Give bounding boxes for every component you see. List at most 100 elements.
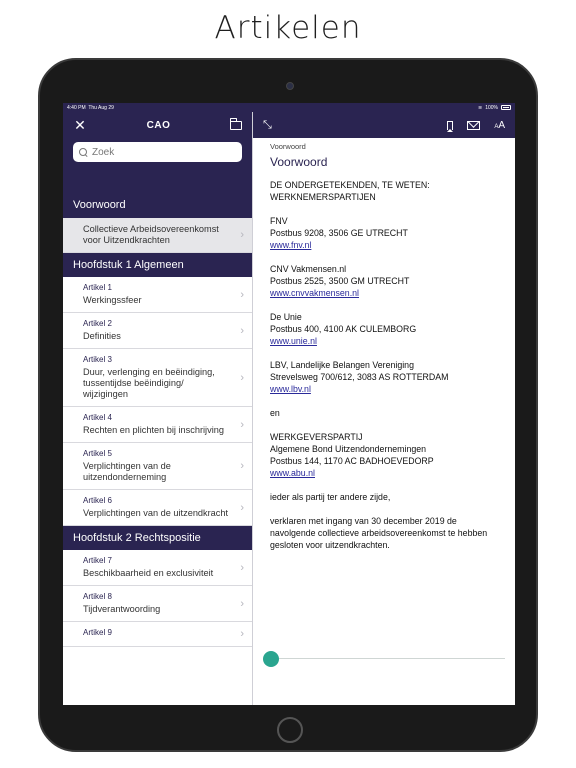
paragraph: verklaren met ingang van 30 december 201… bbox=[270, 515, 498, 551]
article-title: Verplichtingen van de uitzendonderneming bbox=[83, 461, 171, 482]
paragraph: De Unie Postbus 400, 4100 AK CULEMBORG www… bbox=[270, 311, 498, 347]
breadcrumb: Voorwoord bbox=[270, 142, 306, 151]
article-number: Artikel 8 bbox=[83, 592, 112, 601]
chevron-right-icon: › bbox=[240, 561, 244, 574]
slider-knob[interactable] bbox=[263, 651, 279, 667]
status-bar: 4:40 PM Thu Aug 29 ≋ 100% bbox=[63, 103, 515, 112]
article-title: Rechten en plichten bij inschrijving bbox=[83, 425, 224, 435]
font-size-icon[interactable]: AA bbox=[494, 120, 505, 131]
article-number: Artikel 6 bbox=[83, 496, 112, 505]
article-title: Collectieve Arbeidsovereenkomst voor Uit… bbox=[83, 224, 219, 245]
promo-title: Artikelen bbox=[214, 10, 362, 46]
paragraph: ieder als partij ter andere zijde, bbox=[270, 491, 498, 503]
screen: 4:40 PM Thu Aug 29 ≋ 100% ✕ CAO Zoek Voo… bbox=[63, 103, 515, 705]
progress-slider[interactable] bbox=[263, 651, 505, 667]
text-line: Strevelsweg 700/612, 3083 AS ROTTERDAM bbox=[270, 372, 449, 382]
website-link[interactable]: www.unie.nl bbox=[270, 336, 317, 346]
sidebar-item[interactable]: Artikel 2 Definities › bbox=[63, 313, 252, 349]
article-number: Artikel 4 bbox=[83, 413, 112, 422]
camera bbox=[286, 82, 294, 90]
sidebar-item[interactable]: Collectieve Arbeidsovereenkomst voor Uit… bbox=[63, 218, 252, 253]
text-line: FNV bbox=[270, 216, 288, 226]
article-number: Artikel 7 bbox=[83, 556, 112, 565]
search-box[interactable] bbox=[73, 142, 242, 162]
text-line: Postbus 2525, 3500 GM UTRECHT bbox=[270, 276, 410, 286]
wifi-icon: ≋ bbox=[478, 104, 483, 111]
text-line: ieder als partij ter andere zijde, bbox=[270, 492, 391, 502]
chevron-right-icon: › bbox=[240, 229, 244, 241]
article-title: Werkingssfeer bbox=[83, 295, 142, 305]
section-header[interactable]: Hoofdstuk 2 Rechtspositie bbox=[63, 526, 252, 550]
sidebar: ✕ CAO Voorwoord Collectieve Arbeidsoveree… bbox=[63, 112, 253, 705]
text-line: en bbox=[270, 408, 280, 418]
search-input[interactable] bbox=[92, 146, 222, 158]
text-line: WERKGEVERSPARTIJ bbox=[270, 432, 363, 442]
paragraph: FNV Postbus 9208, 3506 GE UTRECHT www.fnv.… bbox=[270, 215, 498, 251]
chevron-right-icon: › bbox=[240, 324, 244, 337]
paragraph: en bbox=[270, 407, 498, 419]
ipad-frame: 4:40 PM Thu Aug 29 ≋ 100% ✕ CAO Zoek Voo… bbox=[38, 58, 538, 752]
chevron-right-icon: › bbox=[240, 288, 244, 301]
expand-icon[interactable]: ⤡ bbox=[263, 119, 272, 132]
search-icon bbox=[79, 147, 88, 157]
chevron-right-icon: › bbox=[240, 371, 244, 384]
bookmark-icon[interactable] bbox=[447, 120, 454, 132]
chevron-right-icon: › bbox=[240, 460, 244, 472]
battery-percent: 100% bbox=[485, 104, 498, 111]
close-icon[interactable]: ✕ bbox=[73, 117, 87, 134]
website-link[interactable]: www.lbv.nl bbox=[270, 384, 311, 394]
sidebar-item[interactable]: Artikel 6 Verplichtingen van de uitzendkr… bbox=[63, 490, 252, 526]
paragraph: LBV, Landelijke Belangen Vereniging Strev… bbox=[270, 359, 498, 395]
article-list: Voorwoord Collectieve Arbeidsovereenkomst… bbox=[63, 192, 252, 647]
paragraph: DE ONDERGETEKENDEN, TE WETEN: WERKNEMERSP… bbox=[270, 179, 498, 203]
sidebar-title: CAO bbox=[146, 119, 171, 131]
document-text: DE ONDERGETEKENDEN, TE WETEN: WERKNEMERSP… bbox=[270, 179, 498, 551]
paragraph: CNV Vakmensen.nl Postbus 2525, 3500 GM UT… bbox=[270, 263, 498, 299]
sidebar-item[interactable]: Artikel 1 Werkingssfeer › bbox=[63, 277, 252, 313]
article-title: Duur, verlenging en beëindiging, tussent… bbox=[83, 367, 215, 399]
website-link[interactable]: www.abu.nl bbox=[270, 468, 315, 478]
sidebar-item[interactable]: Artikel 9 › bbox=[63, 622, 252, 647]
website-link[interactable]: www.cnvvakmensen.nl bbox=[270, 288, 359, 298]
mail-icon[interactable] bbox=[467, 120, 481, 130]
page-title: Voorwoord bbox=[270, 155, 328, 169]
sidebar-item[interactable]: Artikel 4 Rechten en plichten bij inschri… bbox=[63, 407, 252, 443]
article-title: Verplichtingen van de uitzendkracht bbox=[83, 508, 229, 518]
section-header[interactable]: Voorwoord bbox=[63, 192, 252, 218]
chevron-right-icon: › bbox=[240, 501, 244, 514]
article-number: Artikel 5 bbox=[83, 449, 112, 458]
article-title: Tijdverantwoording bbox=[83, 604, 161, 614]
slider-track bbox=[271, 658, 505, 659]
text-line: De Unie bbox=[270, 312, 302, 322]
text-line: CNV Vakmensen.nl bbox=[270, 264, 347, 274]
folder-icon[interactable] bbox=[229, 117, 242, 130]
text-line: DE ONDERGETEKENDEN, TE WETEN: bbox=[270, 180, 430, 190]
article-number: Artikel 3 bbox=[83, 355, 112, 364]
home-button[interactable] bbox=[277, 717, 303, 743]
text-line: Postbus 400, 4100 AK CULEMBORG bbox=[270, 324, 417, 334]
content-pane: ⤡ AA Voorwoord Voorwoord DE ONDERGETEKEN… bbox=[253, 112, 515, 705]
text-line: verklaren met ingang van 30 december 201… bbox=[270, 516, 488, 550]
website-link[interactable]: www.fnv.nl bbox=[270, 240, 311, 250]
sidebar-item[interactable]: Artikel 8 Tijdverantwoording › bbox=[63, 586, 252, 622]
paragraph: WERKGEVERSPARTIJ Algemene Bond Uitzendond… bbox=[270, 431, 498, 479]
chevron-right-icon: › bbox=[240, 597, 244, 610]
status-time: 4:40 PM bbox=[67, 104, 86, 111]
sidebar-item[interactable]: Artikel 3 Duur, verlenging en beëindiging… bbox=[63, 349, 252, 407]
text-line: Postbus 144, 1170 AC BADHOEVEDORP bbox=[270, 456, 434, 466]
battery-icon bbox=[501, 105, 511, 110]
text-line: WERKNEMERSPARTIJEN bbox=[270, 192, 376, 202]
text-line: LBV, Landelijke Belangen Vereniging bbox=[270, 360, 414, 370]
section-header[interactable]: Hoofdstuk 1 Algemeen bbox=[63, 253, 252, 277]
document-body: Voorwoord Voorwoord DE ONDERGETEKENDEN, … bbox=[253, 138, 515, 551]
status-date: Thu Aug 29 bbox=[88, 104, 114, 111]
article-title: Beschikbaarheid en exclusiviteit bbox=[83, 568, 214, 578]
content-toolbar: ⤡ AA bbox=[253, 112, 515, 138]
text-line: Postbus 9208, 3506 GE UTRECHT bbox=[270, 228, 408, 238]
text-line: Algemene Bond Uitzendondernemingen bbox=[270, 444, 427, 454]
sidebar-item[interactable]: Artikel 7 Beschikbaarheid en exclusivitei… bbox=[63, 550, 252, 586]
article-number: Artikel 9 bbox=[83, 628, 112, 637]
sidebar-item[interactable]: Artikel 5 Verplichtingen van de uitzendon… bbox=[63, 443, 252, 490]
chevron-right-icon: › bbox=[240, 628, 244, 640]
article-title: Definities bbox=[83, 331, 121, 341]
